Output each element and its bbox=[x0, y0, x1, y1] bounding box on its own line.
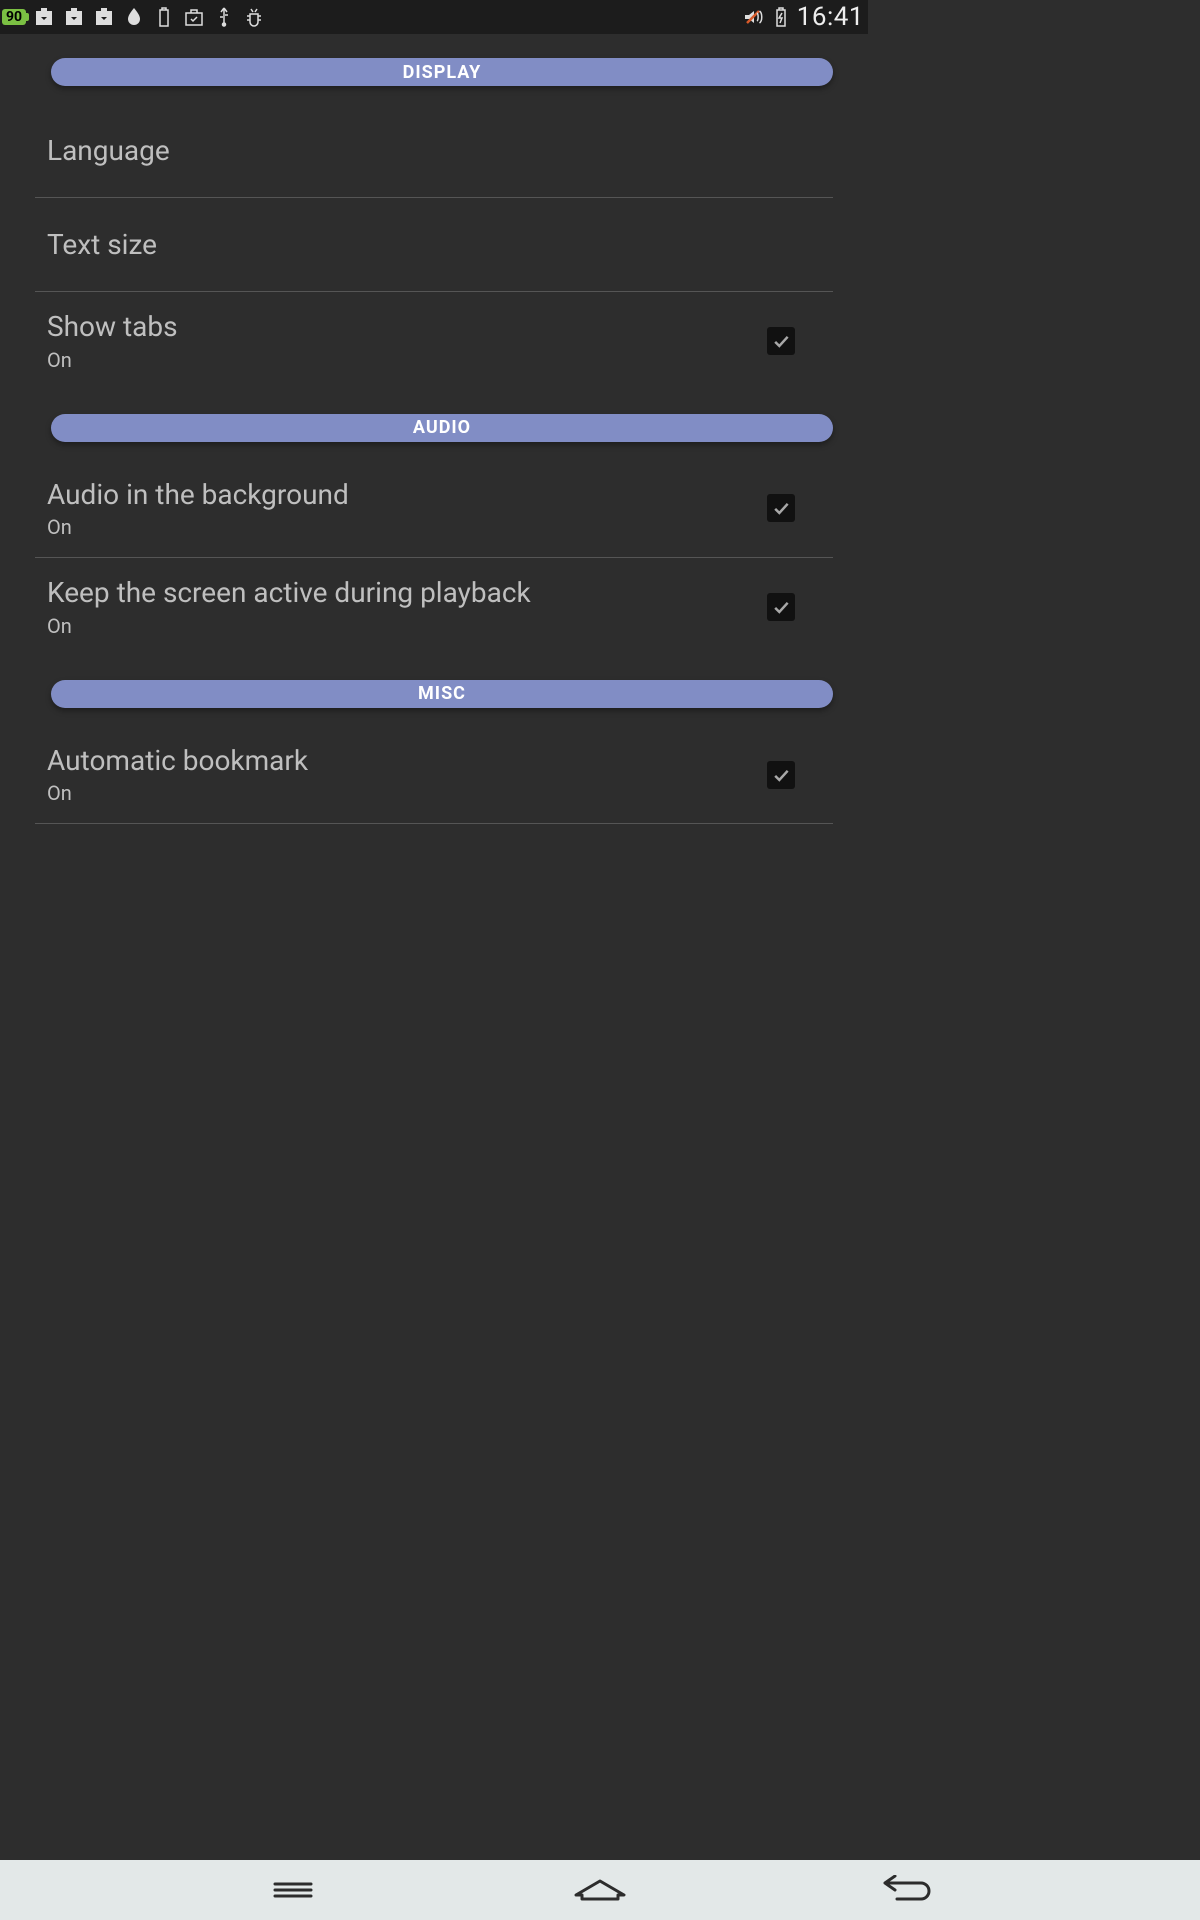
checkbox-show-tabs[interactable] bbox=[767, 327, 795, 355]
row-subtitle: On bbox=[47, 614, 767, 638]
row-title: Language bbox=[47, 134, 823, 168]
row-title: Keep the screen active during playback bbox=[47, 576, 767, 610]
status-left: 90 bbox=[2, 5, 266, 29]
navigation-bar bbox=[0, 1860, 1200, 1920]
water-drop-icon bbox=[122, 5, 146, 29]
download-box-icon bbox=[62, 5, 86, 29]
checkbox-auto-bookmark[interactable] bbox=[767, 761, 795, 789]
row-subtitle: On bbox=[47, 515, 767, 539]
nav-home-button[interactable] bbox=[570, 1870, 630, 1910]
section-header-misc: MISC bbox=[51, 680, 833, 708]
battery-outline-icon bbox=[152, 5, 176, 29]
usb-icon bbox=[212, 5, 236, 29]
nav-back-button[interactable] bbox=[877, 1870, 937, 1910]
checkbox-audio-background[interactable] bbox=[767, 494, 795, 522]
battery-charging-icon bbox=[769, 5, 793, 29]
row-title: Automatic bookmark bbox=[47, 744, 767, 778]
status-bar: 90 bbox=[0, 0, 868, 34]
row-title: Audio in the background bbox=[47, 478, 767, 512]
volume-muted-icon bbox=[741, 5, 765, 29]
row-language[interactable]: Language bbox=[35, 104, 833, 198]
checkbox-screen-active[interactable] bbox=[767, 593, 795, 621]
row-show-tabs[interactable]: Show tabs On bbox=[35, 292, 833, 390]
section-header-audio: AUDIO bbox=[51, 414, 833, 442]
row-subtitle: On bbox=[47, 781, 767, 805]
download-box-icon bbox=[32, 5, 56, 29]
status-time: 16:41 bbox=[797, 2, 866, 32]
row-text-size[interactable]: Text size bbox=[35, 198, 833, 292]
row-auto-bookmark[interactable]: Automatic bookmark On bbox=[35, 726, 833, 825]
row-screen-active[interactable]: Keep the screen active during playback O… bbox=[35, 558, 833, 656]
status-right: 16:41 bbox=[741, 2, 866, 32]
settings-list: DISPLAY Language Text size Show tabs On … bbox=[0, 58, 868, 824]
row-title: Show tabs bbox=[47, 310, 767, 344]
row-title: Text size bbox=[47, 228, 823, 262]
row-subtitle: On bbox=[47, 348, 767, 372]
briefcase-check-icon bbox=[182, 5, 206, 29]
nav-recent-button[interactable] bbox=[263, 1870, 323, 1910]
section-header-display: DISPLAY bbox=[51, 58, 833, 86]
download-box-icon bbox=[92, 5, 116, 29]
android-debug-icon bbox=[242, 5, 266, 29]
battery-percent-badge: 90 bbox=[2, 9, 26, 25]
row-audio-background[interactable]: Audio in the background On bbox=[35, 460, 833, 559]
